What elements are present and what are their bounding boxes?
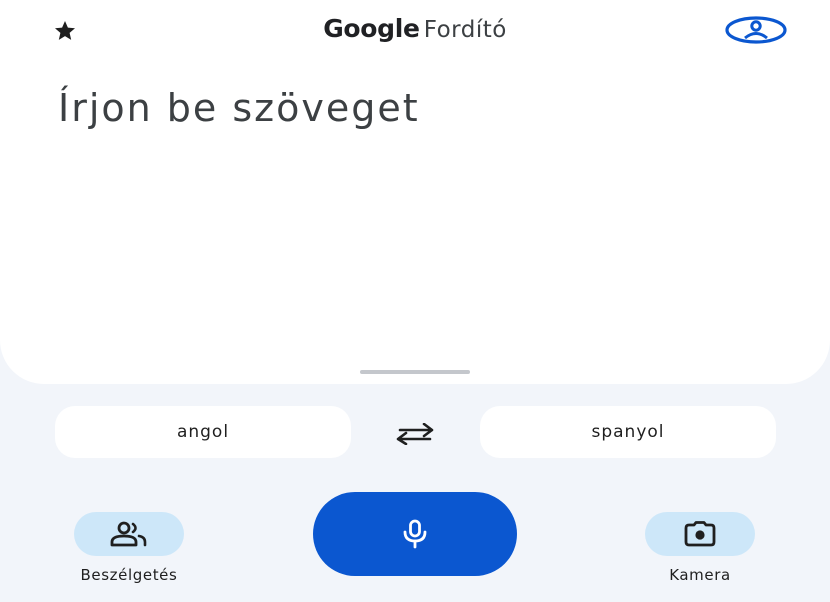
app-title: Google Fordító <box>0 14 830 43</box>
app-header: Google Fordító <box>0 0 830 62</box>
drag-handle[interactable] <box>360 370 470 374</box>
account-icon <box>725 16 787 44</box>
swap-arrows-icon <box>396 423 434 445</box>
swap-languages-button[interactable] <box>390 420 440 448</box>
account-button[interactable] <box>724 15 788 45</box>
conversation-label: Beszélgetés <box>80 566 178 584</box>
camera-button[interactable] <box>645 512 755 556</box>
product-name: Fordító <box>423 17 507 43</box>
target-language-button[interactable]: spanyol <box>480 406 776 458</box>
brand-name: Google <box>323 14 420 43</box>
source-text-input[interactable]: Írjon be szöveget <box>58 86 798 144</box>
microphone-button[interactable] <box>313 492 517 576</box>
conversation-button[interactable] <box>74 512 184 556</box>
people-icon <box>110 521 147 547</box>
source-language-button[interactable]: angol <box>55 406 351 458</box>
input-sheet: Google Fordító Írjon be szöveget <box>0 0 830 384</box>
camera-label: Kamera <box>669 566 731 584</box>
microphone-icon <box>403 519 427 549</box>
camera-icon <box>684 521 716 547</box>
